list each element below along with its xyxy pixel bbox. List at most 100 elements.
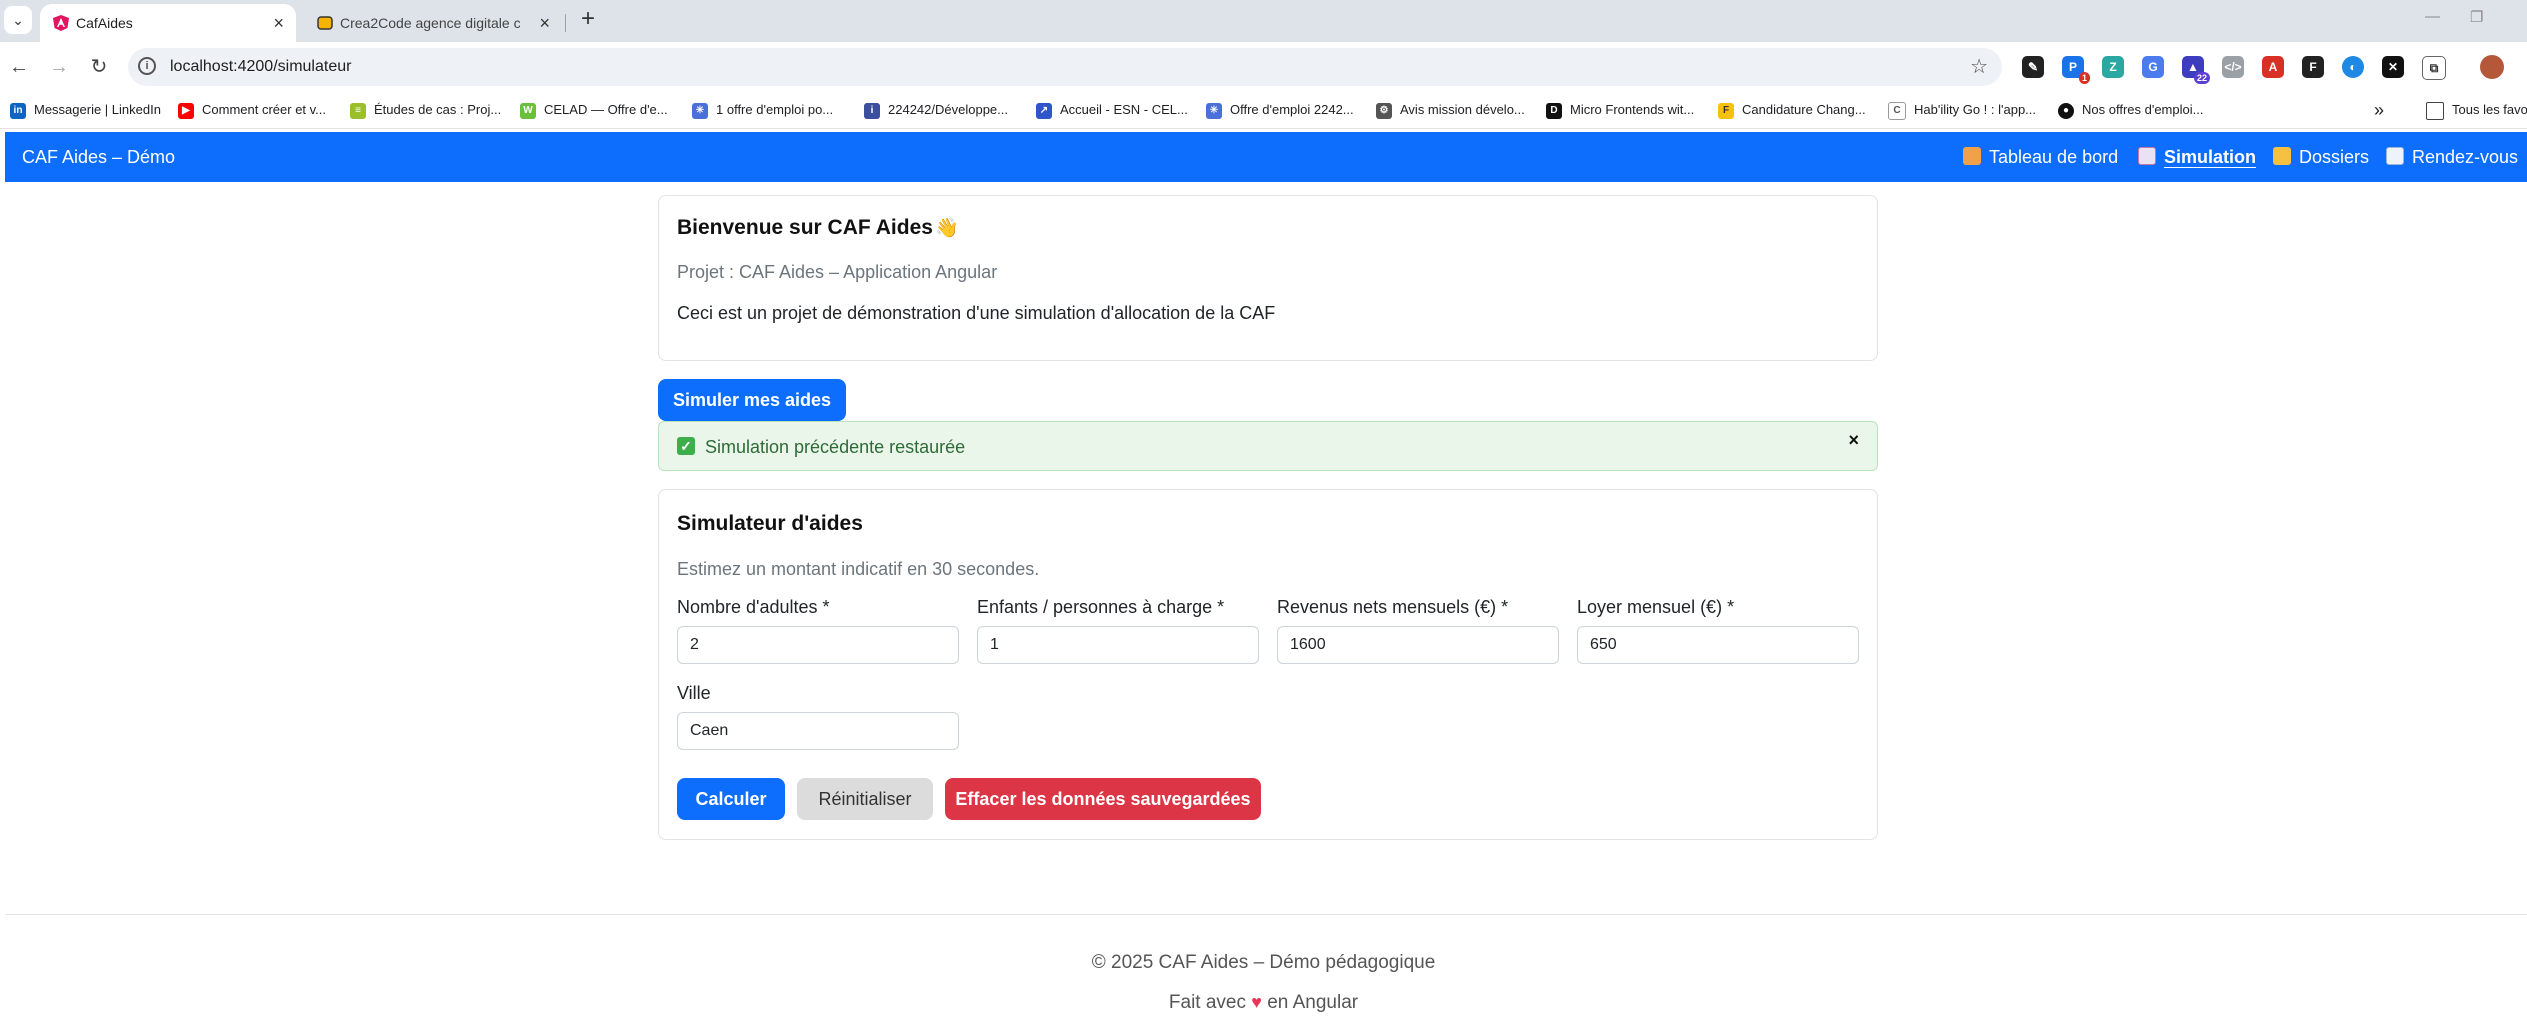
children-label: Enfants / personnes à charge *	[977, 597, 1225, 617]
footer-copyright: © 2025 CAF Aides – Démo pédagogique	[1091, 952, 1436, 973]
bookmark-label: Comment créer et v...	[202, 102, 327, 117]
calendar-icon	[2386, 147, 2404, 165]
code-extension-icon[interactable]: </>	[2222, 56, 2244, 78]
bookmark-star-icon[interactable]: ☆	[1970, 48, 1988, 86]
house-icon	[1963, 147, 1981, 165]
income-input[interactable]	[1277, 626, 1559, 664]
project-text: Projet : CAF Aides – Application Angular	[677, 262, 998, 282]
alert-message: Simulation précédente restaurée	[705, 437, 966, 457]
bookmark-label: CELAD — Offre d'e...	[544, 102, 668, 117]
pdf-extension-icon[interactable]: A	[2262, 56, 2284, 78]
check-icon: ✓	[677, 437, 695, 455]
footer-made-prefix: Fait avec	[1168, 992, 1246, 1013]
site-info-icon[interactable]: i	[138, 57, 156, 75]
rent-input[interactable]	[1577, 626, 1859, 664]
x-extension-icon[interactable]: ✕	[2382, 56, 2404, 78]
bookmark-item[interactable]: W CELAD — Offre d'e...	[520, 92, 668, 128]
city-input[interactable]	[677, 712, 959, 750]
figma-extension-icon[interactable]: F	[2302, 56, 2324, 78]
bookmark-item[interactable]: ↗ Accueil - ESN - CEL...	[1036, 92, 1188, 128]
bookmark-site-icon: ●	[2058, 102, 2074, 119]
nav-label: Tableau de bord	[1989, 147, 2119, 167]
translate-extension-icon[interactable]: G	[2142, 56, 2164, 78]
address-bar[interactable]: i localhost:4200/simulateur ☆	[128, 48, 2002, 86]
bookmark-item[interactable]: D Micro Frontends wit...	[1546, 92, 1694, 128]
bookmark-label: Études de cas : Proj...	[374, 102, 502, 117]
bookmark-item[interactable]: ≡ Études de cas : Proj...	[350, 92, 501, 128]
nav-label: Dossiers	[2299, 147, 2370, 167]
nav-dashboard[interactable]: Tableau de bord	[1963, 132, 2118, 182]
bookmark-site-icon: F	[1718, 102, 1734, 119]
extensions-puzzle-icon[interactable]: ⧉	[2422, 56, 2446, 80]
bookmark-site-icon: ✳	[692, 102, 708, 119]
bookmark-item[interactable]: C Hab'ility Go ! : l'app...	[1888, 92, 2036, 128]
bookmark-item[interactable]: ● Nos offres d'emploi...	[2058, 92, 2203, 128]
bookmark-item[interactable]: ▶ Comment créer et v...	[178, 92, 326, 128]
folder-icon	[2426, 101, 2444, 120]
nav-rendez-vous[interactable]: Rendez-vous	[2386, 132, 2518, 182]
vpn-extension-icon[interactable]: ◐	[2342, 56, 2364, 78]
close-alert-icon[interactable]: ×	[1848, 430, 1859, 451]
extension-badge: 22	[2193, 72, 2210, 84]
nav-dossiers[interactable]: Dossiers	[2273, 132, 2369, 182]
simulate-button[interactable]: Simuler mes aides	[658, 379, 846, 421]
close-tab-icon[interactable]: ×	[539, 4, 550, 42]
simulator-card: Simulateur d'aides Estimez un montant in…	[658, 489, 1878, 840]
tab-cafaides[interactable]: CafAides ×	[40, 4, 296, 42]
app-brand[interactable]: CAF Aides – Démo	[22, 132, 175, 182]
new-tab-button[interactable]: +	[574, 6, 602, 34]
eyedropper-extension-icon[interactable]: ✎	[2022, 56, 2044, 78]
city-label: Ville	[677, 683, 711, 703]
bookmark-label: Offre d'emploi 2242...	[1230, 102, 1354, 117]
browser-tab-strip: ⌄ CafAides × Crea2Code agence digitale c…	[0, 0, 2527, 42]
welcome-card: Bienvenue sur CAF Aides 👋 Projet : CAF Ai…	[658, 195, 1878, 361]
zotero-extension-icon[interactable]: Z	[2102, 56, 2124, 78]
angular-favicon-icon	[53, 15, 69, 31]
tab-title: CafAides	[76, 15, 133, 31]
nav-simulation[interactable]: Simulation	[2138, 132, 2256, 182]
minimize-icon[interactable]: —	[2425, 8, 2440, 25]
bookmarks-bar: in Messagerie | LinkedIn ▶ Comment créer e…	[0, 92, 2527, 129]
reset-button[interactable]: Réinitialiser	[797, 778, 933, 820]
bookmark-label: Hab'ility Go ! : l'app...	[1914, 102, 2037, 117]
bookmark-folder[interactable]: Tous les favo	[2426, 92, 2527, 128]
bookmark-item[interactable]: ✳ 1 offre d'emploi po...	[692, 92, 833, 128]
clear-saved-data-button[interactable]: Effacer les données sauvegardées	[945, 778, 1261, 820]
graduation-extension-icon[interactable]: ▲ 22	[2182, 56, 2210, 84]
tab-title: Crea2Code agence digitale créa	[340, 15, 520, 31]
rent-label: Loyer mensuel (€) *	[1577, 597, 1735, 617]
bookmark-site-icon: C	[1888, 101, 1906, 120]
children-input[interactable]	[977, 626, 1259, 664]
bookmark-item[interactable]: i 224242/Développe...	[864, 92, 1008, 128]
welcome-title: Bienvenue sur CAF Aides 👋	[677, 216, 959, 240]
adults-input[interactable]	[677, 626, 959, 664]
bookmark-label: Accueil - ESN - CEL...	[1060, 102, 1188, 117]
bookmark-site-icon: W	[520, 102, 536, 119]
more-bookmarks-icon[interactable]: »	[2374, 92, 2384, 128]
footer-made-suffix: en Angular	[1267, 992, 1359, 1013]
bookmark-site-icon: ≡	[350, 102, 366, 119]
bookmark-item[interactable]: in Messagerie | LinkedIn	[10, 92, 161, 128]
nav-label: Rendez-vous	[2412, 147, 2519, 167]
tab-search-button[interactable]: ⌄	[4, 6, 32, 34]
bookmark-item[interactable]: ✳ Offre d'emploi 2242...	[1206, 92, 1354, 128]
bookmark-item[interactable]: ⚙ Avis mission dévelo...	[1376, 92, 1525, 128]
close-tab-icon[interactable]: ×	[273, 4, 284, 42]
app-navbar: CAF Aides – Démo Tableau de bord Simulat…	[5, 132, 2527, 182]
profile-avatar[interactable]	[2480, 55, 2504, 79]
bookmark-label: 1 offre d'emploi po...	[716, 102, 834, 117]
folder-icon	[2273, 147, 2291, 165]
calculate-button[interactable]: Calculer	[677, 778, 785, 820]
back-icon[interactable]: ←	[6, 54, 32, 80]
maximize-icon[interactable]: ❐	[2470, 8, 2483, 26]
linkedin-icon: in	[10, 102, 26, 119]
extension-icon[interactable]: P1	[2062, 56, 2090, 84]
project-description: Ceci est un projet de démonstration d'un…	[677, 303, 1276, 323]
forward-icon[interactable]: →	[46, 54, 72, 80]
url-text[interactable]: localhost:4200/simulateur	[170, 48, 351, 86]
bookmark-site-icon: i	[864, 102, 880, 119]
tab-crea2code[interactable]: Crea2Code agence digitale créa ×	[304, 4, 562, 42]
reload-icon[interactable]: ↻	[86, 54, 112, 80]
bookmark-item[interactable]: F Candidature Chang...	[1718, 92, 1866, 128]
bookmark-site-icon: ↗	[1036, 102, 1052, 119]
